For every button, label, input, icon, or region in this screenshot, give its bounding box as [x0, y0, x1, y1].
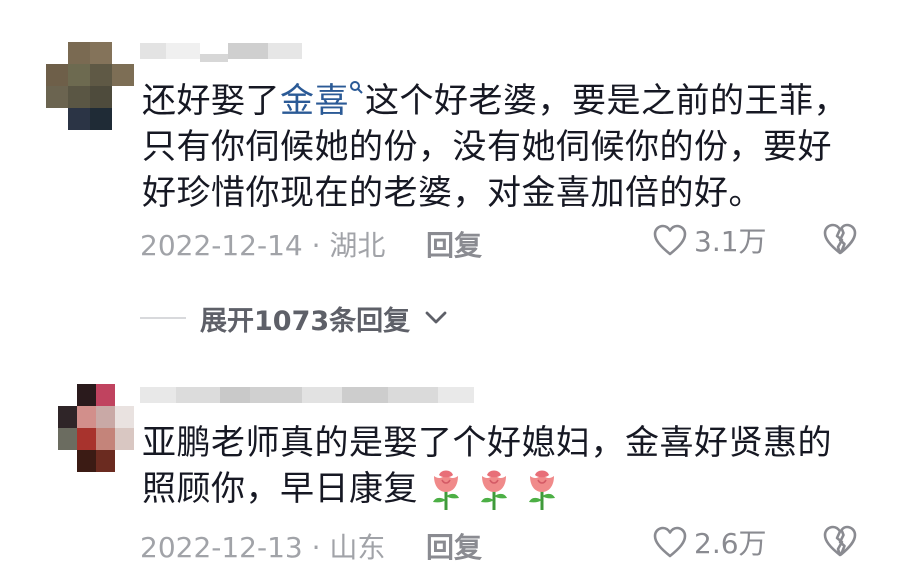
hashtag-link[interactable]: 金喜 — [280, 81, 349, 121]
comment-meta: 2022-12-13 · 山东 回复 2.6万 — [140, 522, 870, 565]
comment-meta: 2022-12-14 · 湖北 回复 3.1万 — [140, 220, 870, 263]
like-count: 3.1万 — [694, 225, 767, 258]
comment-text: 还好娶了金喜 这个好老婆，要是之前的王菲，只有你伺候她的份，没有她伺候你的份，要好… — [142, 78, 862, 216]
username-blurred[interactable] — [140, 40, 302, 62]
comment-text-prefix: 还好娶了 — [142, 81, 280, 121]
comment-text: 亚鹏老师真的是娶了个好媳妇，金喜好贤惠的照顾你，早日康复 — [142, 420, 862, 512]
divider-line — [140, 317, 186, 319]
reply-button[interactable]: 回复 — [426, 224, 482, 264]
rose-emoji-icon — [474, 466, 514, 512]
like-button[interactable]: 3.1万 — [652, 220, 767, 260]
rose-emoji-icon — [522, 466, 562, 512]
broken-heart-icon — [823, 525, 857, 557]
rose-emoji-icon — [426, 466, 466, 512]
date-location: 2022-12-14 · 湖北 — [140, 229, 386, 262]
like-count: 2.6万 — [694, 527, 767, 560]
chevron-down-icon — [425, 311, 447, 324]
heart-outline-icon — [653, 224, 687, 256]
reply-button[interactable]: 回复 — [426, 526, 482, 566]
like-button[interactable]: 2.6万 — [652, 522, 767, 562]
avatar[interactable] — [58, 384, 134, 472]
expand-replies-button[interactable]: 展开1073条回复 — [140, 298, 448, 338]
avatar[interactable] — [46, 42, 134, 130]
broken-heart-icon — [823, 223, 857, 255]
search-icon[interactable] — [349, 78, 363, 100]
date-location: 2022-12-13 · 山东 — [140, 531, 386, 564]
username-blurred[interactable] — [140, 384, 474, 406]
dislike-button[interactable] — [822, 222, 858, 263]
heart-outline-icon — [653, 526, 687, 558]
expand-replies-label: 展开1073条回复 — [200, 305, 411, 337]
dislike-button[interactable] — [822, 524, 858, 565]
